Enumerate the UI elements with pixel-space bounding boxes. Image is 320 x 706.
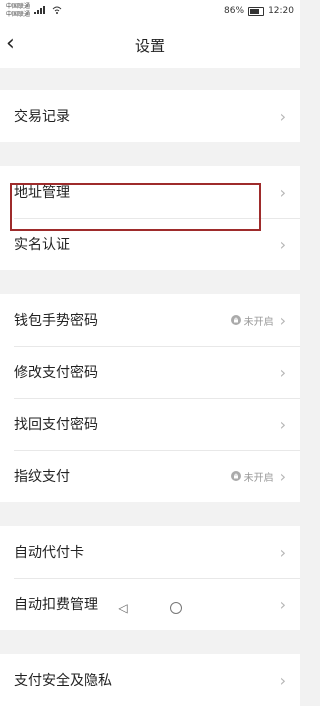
- item-label: 修改支付密码: [14, 365, 98, 381]
- settings-item-security-privacy[interactable]: 支付安全及隐私 ›: [0, 654, 300, 706]
- nav-bar: ‹ 设置: [0, 22, 300, 68]
- item-label: 指纹支付: [14, 469, 70, 485]
- item-label: 实名认证: [14, 237, 70, 253]
- clock: 12:20: [268, 6, 294, 16]
- item-label: 钱包手势密码: [14, 313, 98, 329]
- home-circle-icon[interactable]: [169, 602, 182, 614]
- item-label: 支付安全及隐私: [14, 673, 112, 689]
- status-badge: 未开启: [230, 313, 274, 328]
- chevron-right-icon: ›: [279, 310, 286, 330]
- lock-icon: [230, 471, 241, 481]
- item-label: 找回支付密码: [14, 417, 98, 433]
- system-nav-bar: ◁: [0, 593, 300, 623]
- chevron-right-icon: ›: [279, 362, 286, 382]
- status-bar: 中国联通 中国联通 86% 12:20: [0, 0, 300, 22]
- item-label: 交易记录: [14, 109, 70, 125]
- signal-icon: [34, 6, 48, 16]
- carrier-2: 中国联通: [6, 11, 31, 18]
- chevron-right-icon: ›: [279, 670, 286, 690]
- status-badge: 未开启: [230, 469, 274, 484]
- wifi-icon: [52, 6, 62, 16]
- chevron-left-icon[interactable]: ‹: [6, 30, 15, 58]
- settings-group-1: 交易记录 ›: [0, 90, 300, 142]
- settings-item-gesture-password[interactable]: 钱包手势密码 未开启 ›: [0, 294, 300, 346]
- settings-item-transactions[interactable]: 交易记录 ›: [0, 90, 300, 142]
- highlight-box: [10, 183, 261, 231]
- chevron-right-icon: ›: [279, 414, 286, 434]
- chevron-right-icon: ›: [279, 234, 286, 254]
- page-title: 设置: [134, 36, 165, 55]
- chevron-right-icon: ›: [279, 466, 286, 486]
- status-text: 未开启: [243, 472, 274, 484]
- settings-group-5: 支付安全及隐私 ›: [0, 654, 300, 706]
- item-label: 自动代付卡: [14, 545, 84, 561]
- status-text: 未开启: [243, 316, 274, 328]
- carrier-1: 中国联通: [6, 3, 31, 10]
- settings-item-change-pay-password[interactable]: 修改支付密码 ›: [0, 346, 300, 398]
- settings-item-fingerprint-pay[interactable]: 指纹支付 未开启 ›: [0, 450, 300, 502]
- battery-percent: 86%: [224, 6, 245, 16]
- chevron-right-icon: ›: [279, 182, 286, 202]
- back-triangle-icon[interactable]: ◁: [118, 601, 127, 615]
- settings-group-3: 钱包手势密码 未开启 › 修改支付密码 › 找回支付密码 › 指纹支付 未开启 …: [0, 294, 300, 502]
- settings-item-auto-pay-card[interactable]: 自动代付卡 ›: [0, 526, 300, 578]
- chevron-right-icon: ›: [279, 542, 286, 562]
- battery-icon: [248, 6, 265, 16]
- carrier-info: 中国联通 中国联通: [6, 3, 30, 19]
- lock-icon: [230, 315, 241, 325]
- settings-item-recover-pay-password[interactable]: 找回支付密码 ›: [0, 398, 300, 450]
- chevron-right-icon: ›: [279, 106, 286, 126]
